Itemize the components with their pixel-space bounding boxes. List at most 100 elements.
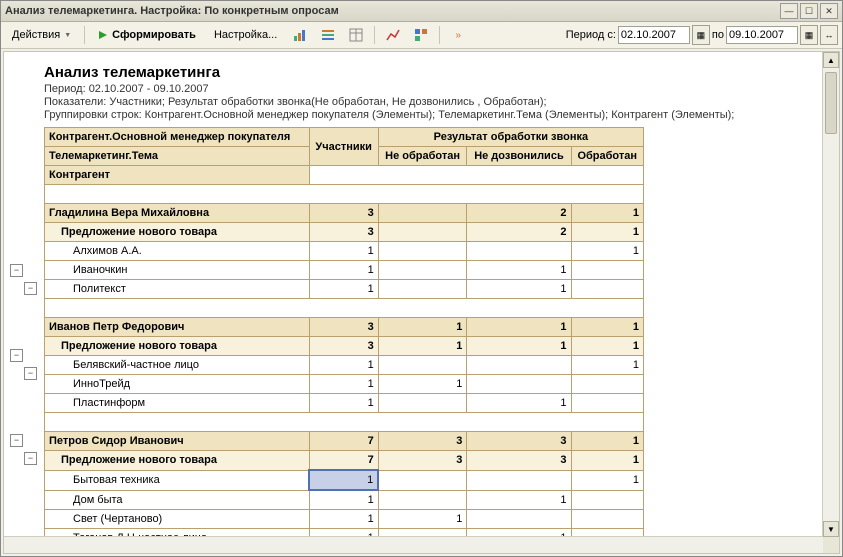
cell[interactable]: Иванов Петр Федорович (45, 318, 310, 337)
tree-collapse-button[interactable]: − (24, 282, 37, 295)
cell[interactable] (571, 261, 644, 280)
cell[interactable]: Гладилина Вера Михайловна (45, 204, 310, 223)
cell[interactable] (467, 242, 571, 261)
cell[interactable] (571, 490, 644, 510)
cell[interactable]: Иваночкин (45, 261, 310, 280)
cell[interactable]: 1 (309, 470, 378, 490)
cell[interactable] (378, 490, 467, 510)
cell[interactable] (378, 261, 467, 280)
cell[interactable] (378, 394, 467, 413)
cell[interactable]: 7 (309, 432, 378, 451)
cell[interactable]: 3 (309, 223, 378, 242)
cell[interactable]: Алхимов А.А. (45, 242, 310, 261)
date-to-input[interactable] (726, 26, 798, 44)
cell[interactable]: 1 (467, 394, 571, 413)
date-from-input[interactable] (618, 26, 690, 44)
cell[interactable]: Предложение нового товара (45, 337, 310, 356)
cell[interactable] (467, 375, 571, 394)
cell[interactable] (378, 470, 467, 490)
settings-button[interactable]: Настройка... (207, 26, 284, 44)
cell[interactable] (571, 280, 644, 299)
cell[interactable]: 1 (571, 242, 644, 261)
scrollbar-horizontal[interactable] (4, 536, 823, 553)
close-button[interactable]: ✕ (820, 3, 838, 19)
cell[interactable]: 3 (309, 337, 378, 356)
maximize-button[interactable]: ☐ (800, 3, 818, 19)
cell[interactable]: 1 (571, 470, 644, 490)
cell[interactable]: 1 (309, 375, 378, 394)
tree-collapse-button[interactable]: − (10, 349, 23, 362)
cell[interactable] (571, 394, 644, 413)
scroll-up-button[interactable]: ▲ (823, 52, 839, 68)
cell[interactable]: 2 (467, 223, 571, 242)
cell[interactable]: Бытовая техника (45, 470, 310, 490)
cell[interactable]: 1 (467, 337, 571, 356)
cell[interactable] (378, 204, 467, 223)
list-icon[interactable] (316, 24, 340, 46)
cell[interactable]: 1 (378, 375, 467, 394)
cell[interactable]: 1 (309, 356, 378, 375)
chart-icon-2[interactable] (381, 24, 405, 46)
cell[interactable]: 1 (309, 261, 378, 280)
chart-bar-icon[interactable] (288, 24, 312, 46)
period-apply-button[interactable]: ↔ (820, 25, 838, 45)
cell[interactable]: 1 (378, 318, 467, 337)
cell[interactable] (378, 356, 467, 375)
cell[interactable]: 3 (467, 451, 571, 471)
cell[interactable]: 1 (309, 242, 378, 261)
date-from-picker-button[interactable]: ▦ (692, 25, 710, 45)
cell[interactable]: Политекст (45, 280, 310, 299)
cell[interactable] (467, 510, 571, 529)
cell[interactable]: 1 (309, 510, 378, 529)
tree-collapse-button[interactable]: − (24, 367, 37, 380)
cell[interactable]: ИнноТрейд (45, 375, 310, 394)
config-icon[interactable] (409, 24, 433, 46)
cell[interactable]: 1 (467, 280, 571, 299)
cell[interactable]: 1 (309, 280, 378, 299)
cell[interactable]: Белявский-частное лицо (45, 356, 310, 375)
cell[interactable] (467, 470, 571, 490)
date-to-picker-button[interactable]: ▦ (800, 25, 818, 45)
cell[interactable]: Свет (Чертаново) (45, 510, 310, 529)
tree-collapse-button[interactable]: − (10, 264, 23, 277)
cell[interactable]: Предложение нового товара (45, 451, 310, 471)
scrollbar-vertical[interactable]: ▲ ▼ (822, 52, 839, 537)
cell[interactable]: 1 (309, 490, 378, 510)
tree-collapse-button[interactable]: − (24, 452, 37, 465)
cell[interactable] (467, 356, 571, 375)
scroll-down-button[interactable]: ▼ (823, 521, 839, 537)
actions-menu[interactable]: Действия ▼ (5, 26, 78, 44)
table-icon[interactable] (344, 24, 368, 46)
cell[interactable]: 1 (571, 337, 644, 356)
more-icon[interactable]: » (446, 24, 470, 46)
cell[interactable]: 1 (571, 356, 644, 375)
cell[interactable] (571, 375, 644, 394)
cell[interactable]: 1 (571, 223, 644, 242)
cell[interactable]: Пластинформ (45, 394, 310, 413)
cell[interactable]: Петров Сидор Иванович (45, 432, 310, 451)
cell[interactable]: 7 (309, 451, 378, 471)
cell[interactable] (378, 280, 467, 299)
scrollbar-thumb[interactable] (825, 72, 837, 134)
cell[interactable]: 1 (571, 318, 644, 337)
cell[interactable]: 1 (378, 510, 467, 529)
minimize-button[interactable]: — (780, 3, 798, 19)
cell[interactable]: 1 (467, 261, 571, 280)
cell[interactable]: 3 (309, 318, 378, 337)
cell[interactable] (571, 510, 644, 529)
report-viewport[interactable]: Анализ телемаркетинга Период: 02.10.2007… (3, 51, 840, 554)
cell[interactable]: 3 (378, 432, 467, 451)
cell[interactable]: 1 (378, 337, 467, 356)
cell[interactable]: 1 (467, 490, 571, 510)
cell[interactable]: 1 (571, 451, 644, 471)
cell[interactable]: 1 (467, 318, 571, 337)
cell[interactable] (378, 223, 467, 242)
cell[interactable] (378, 242, 467, 261)
cell[interactable]: 1 (309, 394, 378, 413)
cell[interactable]: 1 (571, 432, 644, 451)
cell[interactable]: Дом быта (45, 490, 310, 510)
cell[interactable]: 3 (467, 432, 571, 451)
form-button[interactable]: Сформировать (91, 26, 203, 44)
cell[interactable]: 2 (467, 204, 571, 223)
cell[interactable]: Предложение нового товара (45, 223, 310, 242)
